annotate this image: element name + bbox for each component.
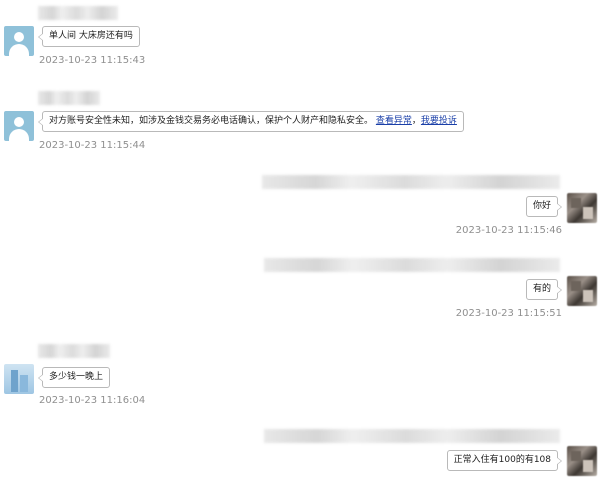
- sender-name-blurred: [38, 6, 118, 20]
- message-text: 多少钱一晚上: [49, 372, 104, 382]
- chat-message: 单人间 大床房还有吗 2023-10-23 11:15:43: [0, 0, 600, 75]
- chat-message: 正常入住有100的有108: [0, 424, 600, 477]
- warning-text: 对方账号安全性未知，如涉及金钱交易务必电话确认，保护个人财产和隐私安全。: [49, 116, 374, 126]
- sender-name-blurred: [262, 175, 560, 189]
- avatar[interactable]: [567, 276, 597, 306]
- chat-message: 你好 2023-10-23 11:15:46: [0, 172, 600, 244]
- chat-message: 有的 2023-10-23 11:15:51: [0, 255, 600, 327]
- message-bubble: 有的: [525, 279, 563, 300]
- avatar[interactable]: [567, 193, 597, 223]
- message-text: 有的: [532, 284, 551, 294]
- message-timestamp: 2023-10-23 11:15:43: [39, 55, 146, 66]
- chat-message: 对方账号安全性未知，如涉及金钱交易务必电话确认，保护个人财产和隐私安全。 查看异…: [0, 85, 600, 160]
- message-text: 你好: [532, 201, 551, 211]
- sender-name-blurred: [264, 429, 560, 443]
- sender-name-blurred: [38, 344, 110, 358]
- message-text: 单人间 大床房还有吗: [49, 31, 133, 41]
- avatar[interactable]: [567, 446, 597, 476]
- view-anomaly-link[interactable]: 查看异常: [376, 116, 412, 126]
- message-text: 正常入住有100的有108: [453, 455, 551, 465]
- message-timestamp: 2023-10-23 11:15:44: [39, 140, 146, 151]
- security-warning-bubble: 对方账号安全性未知，如涉及金钱交易务必电话确认，保护个人财产和隐私安全。 查看异…: [38, 111, 464, 132]
- chat-message: 多少钱一晚上 2023-10-23 11:16:04: [0, 340, 600, 412]
- sender-name-blurred: [38, 91, 100, 105]
- sender-name-blurred: [264, 258, 560, 272]
- message-timestamp: 2023-10-23 11:15:51: [455, 308, 562, 319]
- message-timestamp: 2023-10-23 11:16:04: [39, 395, 146, 406]
- message-bubble: 多少钱一晚上: [37, 367, 111, 388]
- avatar[interactable]: [4, 364, 34, 394]
- message-bubble: 正常入住有100的有108: [446, 450, 563, 471]
- message-bubble: 你好: [525, 196, 563, 217]
- avatar[interactable]: [4, 111, 34, 141]
- avatar[interactable]: [4, 26, 34, 56]
- message-timestamp: 2023-10-23 11:15:46: [455, 225, 562, 236]
- message-bubble: 单人间 大床房还有吗: [38, 26, 140, 47]
- report-complaint-link[interactable]: 我要投诉: [421, 116, 457, 126]
